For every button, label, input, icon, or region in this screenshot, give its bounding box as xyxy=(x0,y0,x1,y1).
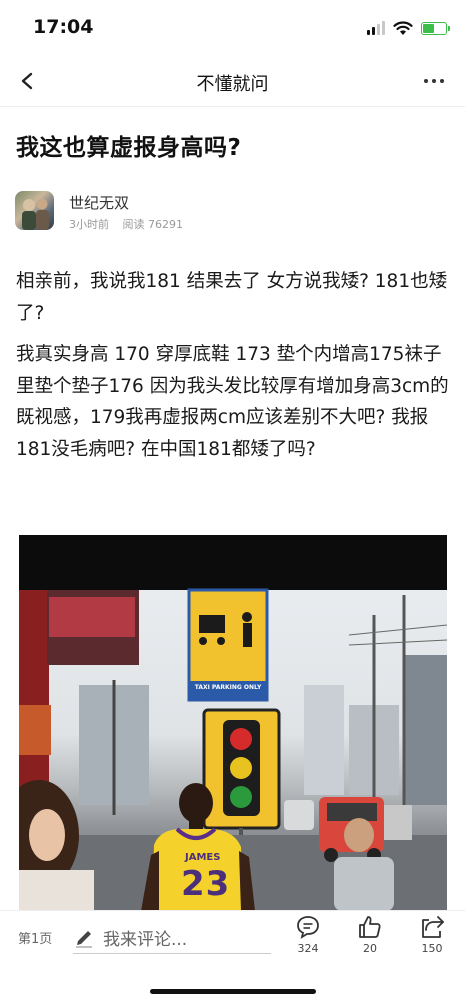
status-bar: 17:04 xyxy=(0,0,465,52)
home-indicator[interactable] xyxy=(150,989,316,994)
status-icons xyxy=(367,18,450,38)
comment-placeholder: 我来评论... xyxy=(103,930,188,950)
jersey-name: JAMES xyxy=(185,852,221,863)
comments-button[interactable]: 324 xyxy=(286,914,330,955)
taxi-sign-text: TAXI PARKING ONLY xyxy=(194,684,262,691)
post-paragraph: 我真实身高 170 穿厚底鞋 173 垫个内增高175袜子里垫个垫子176 因为… xyxy=(16,344,449,460)
bottom-bar: 第1页 我来评论... 324 20 150 xyxy=(0,910,465,1008)
page-indicator[interactable]: 第1页 xyxy=(18,928,52,947)
likes-count: 20 xyxy=(363,942,377,955)
jersey-number: 23 xyxy=(181,864,231,904)
thumbs-up-icon xyxy=(359,916,381,938)
nav-bar: 不懂就问 xyxy=(0,56,465,106)
comments-count: 324 xyxy=(297,942,319,955)
street-illustration xyxy=(19,588,447,911)
signal-icon xyxy=(367,21,385,35)
status-time: 17:04 xyxy=(33,16,94,38)
author-avatar[interactable] xyxy=(15,191,54,230)
shares-count: 150 xyxy=(421,942,443,955)
post-paragraph: 相亲前，我说我181 结果去了 女方说我矮? 181也矮了? xyxy=(16,271,448,324)
wifi-icon xyxy=(393,21,413,35)
share-icon xyxy=(422,916,444,938)
like-button[interactable]: 20 xyxy=(348,914,392,955)
pencil-icon xyxy=(76,931,92,948)
post-image[interactable]: TAXI PARKING ONLY JAMES 23 xyxy=(19,535,447,911)
author-name[interactable]: 世纪无双 xyxy=(69,192,129,213)
comment-input[interactable]: 我来评论... xyxy=(73,921,271,954)
comment-bubble-icon xyxy=(297,916,319,939)
post-title: 我这也算虚报身高吗? xyxy=(16,135,242,161)
battery-icon xyxy=(421,21,450,35)
nav-divider xyxy=(0,106,465,107)
nav-title: 不懂就问 xyxy=(196,74,269,95)
post-meta: 3小时前 阅读 76291 xyxy=(69,216,193,232)
post-body: 相亲前，我说我181 结果去了 女方说我矮? 181也矮了? 我真实身高 170… xyxy=(16,266,456,475)
post-time: 3小时前 xyxy=(69,218,109,231)
share-button[interactable]: 150 xyxy=(410,914,454,955)
more-options-icon[interactable] xyxy=(417,68,451,94)
read-count: 阅读 76291 xyxy=(122,218,184,231)
